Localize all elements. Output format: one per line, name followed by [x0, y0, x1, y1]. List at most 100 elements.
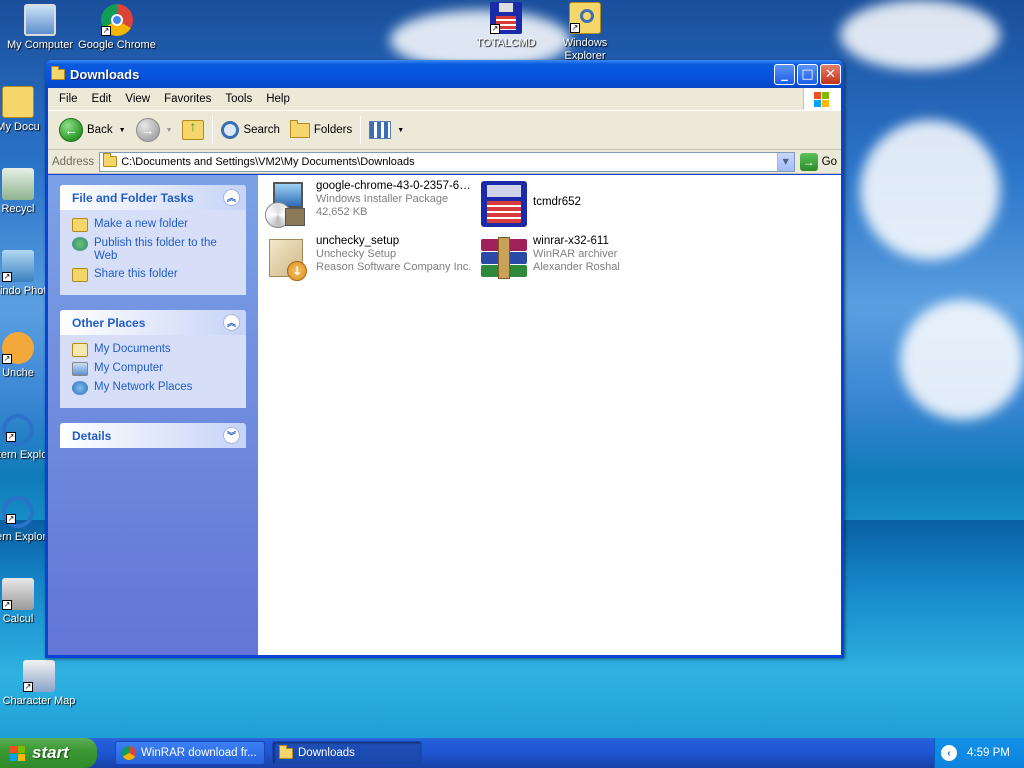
shortcut-arrow-icon: ↗ — [490, 24, 500, 34]
recycle-bin-icon — [2, 168, 34, 200]
menu-favorites[interactable]: Favorites — [157, 93, 218, 105]
file-name: tcmdr652 — [533, 196, 581, 208]
file-name: unchecky_setup — [316, 235, 400, 247]
computer-icon — [24, 4, 56, 36]
publish-web-icon — [72, 237, 88, 251]
folders-icon — [289, 119, 310, 138]
place-my-network-places[interactable]: My Network Places — [72, 381, 236, 395]
windows-logo-icon — [803, 88, 841, 110]
windows-logo-icon — [9, 745, 27, 761]
internet-explorer-icon: ↗ — [2, 496, 34, 528]
place-my-computer[interactable]: My Computer — [72, 362, 236, 376]
address-value: C:\Documents and Settings\VM2\My Documen… — [121, 155, 415, 168]
details-panel: Details ︾ — [60, 423, 246, 448]
maximize-button[interactable]: □ — [797, 64, 818, 85]
up-folder-icon: ↑ — [182, 118, 205, 140]
new-folder-icon — [72, 218, 88, 232]
file-item-tcmdr652[interactable]: tcmdr652 — [480, 180, 695, 228]
shortcut-arrow-icon: ↗ — [101, 26, 111, 36]
shortcut-arrow-icon: ↗ — [2, 600, 12, 610]
file-item-google-chrome[interactable]: google-chrome-43-0-2357-65-... Windows I… — [263, 180, 478, 228]
file-description: WinRAR archiver — [533, 248, 618, 260]
task-make-new-folder[interactable]: Make a new folder — [72, 218, 236, 232]
other-places-panel: Other Places ︽ My Documents My Computer … — [60, 310, 246, 408]
title-bar[interactable]: Downloads _ □ ✕ — [45, 60, 844, 88]
go-arrow-icon: → — [799, 152, 818, 171]
cloud — [840, 0, 1000, 70]
floppy-disk-icon: ↗ — [490, 2, 522, 34]
documents-folder-icon — [2, 86, 34, 118]
menu-tools[interactable]: Tools — [218, 93, 259, 105]
photo-viewer-icon: ↗ — [2, 250, 34, 282]
desktop-icon-character-map[interactable]: ↗ Character Map — [0, 660, 79, 708]
cloud — [860, 120, 1000, 260]
explorer-window: Downloads _ □ ✕ File Edit View Favorites… — [45, 60, 844, 658]
views-button[interactable]: ▼ — [364, 114, 409, 146]
place-my-documents[interactable]: My Documents — [72, 343, 236, 357]
toolbar-separator — [360, 116, 362, 144]
task-share-folder[interactable]: Share this folder — [72, 268, 236, 282]
address-label: Address — [52, 155, 95, 168]
desktop-icon-my-computer[interactable]: My Computer — [0, 4, 80, 52]
forward-button[interactable]: → ▼ — [131, 114, 178, 146]
file-name: google-chrome-43-0-2357-65-... — [316, 180, 476, 192]
file-item-winrar[interactable]: winrar-x32-611 WinRAR archiver Alexander… — [480, 235, 695, 283]
internet-explorer-icon: ↗ — [2, 414, 34, 446]
file-list: google-chrome-43-0-2357-65-... Windows I… — [258, 175, 841, 655]
shortcut-arrow-icon: ↗ — [6, 432, 16, 442]
collapse-chevron-icon[interactable]: ︽ — [223, 189, 240, 206]
menu-help[interactable]: Help — [259, 93, 297, 105]
window-title: Downloads — [70, 66, 140, 82]
forward-dropdown-icon[interactable]: ▼ — [166, 127, 173, 134]
back-arrow-icon: ← — [59, 118, 83, 142]
taskbar-item-chrome[interactable]: WinRAR download fr... — [115, 741, 265, 765]
shortcut-arrow-icon: ↗ — [6, 514, 16, 524]
share-folder-icon — [72, 268, 88, 282]
clock: 4:59 PM — [967, 747, 1010, 759]
close-button[interactable]: ✕ — [820, 64, 841, 85]
menu-edit[interactable]: Edit — [85, 93, 119, 105]
views-icon — [369, 121, 392, 139]
address-dropdown-icon[interactable]: ▼ — [776, 152, 794, 171]
details-header[interactable]: Details ︾ — [60, 423, 246, 448]
unchecky-icon: ↗ — [2, 332, 34, 364]
start-button[interactable]: start — [0, 738, 97, 768]
search-button[interactable]: Search — [216, 114, 284, 146]
folders-label: Folders — [313, 124, 353, 136]
file-folder-tasks-header[interactable]: File and Folder Tasks ︽ — [60, 185, 246, 210]
folders-button[interactable]: Folders — [285, 114, 357, 146]
minimize-button[interactable]: _ — [774, 64, 795, 85]
shortcut-arrow-icon: ↗ — [23, 682, 33, 692]
menu-view[interactable]: View — [118, 93, 157, 105]
menu-file[interactable]: File — [52, 93, 85, 105]
file-folder-tasks-title: File and Folder Tasks — [72, 190, 194, 205]
details-title: Details — [72, 428, 112, 443]
task-publish-to-web[interactable]: Publish this folder to the Web — [72, 237, 236, 263]
file-name: winrar-x32-611 — [533, 235, 609, 247]
taskbar-item-downloads[interactable]: Downloads — [272, 741, 422, 765]
tray-expand-icon[interactable]: ‹ — [941, 745, 957, 761]
file-item-unchecky-setup[interactable]: ↓ unchecky_setup Unchecky Setup Reason S… — [263, 235, 478, 283]
views-dropdown-icon: ▼ — [397, 126, 405, 134]
collapse-chevron-icon[interactable]: ︽ — [223, 314, 240, 331]
expand-chevron-icon[interactable]: ︾ — [223, 427, 240, 444]
my-documents-icon — [72, 343, 88, 357]
back-button[interactable]: ← Back ▼ — [54, 114, 131, 146]
character-map-icon: ↗ — [23, 660, 55, 692]
back-dropdown-icon[interactable]: ▼ — [119, 127, 126, 134]
window-body: File and Folder Tasks ︽ Make a new folde… — [48, 175, 841, 655]
other-places-header[interactable]: Other Places ︽ — [60, 310, 246, 335]
taskbar: start WinRAR download fr... Downloads ‹ … — [0, 738, 1024, 768]
go-button[interactable]: → Go — [799, 152, 837, 171]
search-label: Search — [243, 124, 280, 136]
address-input[interactable]: C:\Documents and Settings\VM2\My Documen… — [99, 151, 795, 172]
up-button[interactable]: ↑ — [177, 114, 209, 146]
task-pane: File and Folder Tasks ︽ Make a new folde… — [48, 175, 258, 655]
start-label: start — [32, 743, 69, 762]
desktop-icon-google-chrome[interactable]: ↗ Google Chrome — [77, 4, 157, 52]
network-places-icon — [72, 381, 88, 395]
desktop-icon-totalcmd[interactable]: ↗ TOTALCMD — [466, 2, 546, 50]
desktop-icon-windows-explorer[interactable]: ↗ Windows Explorer — [545, 2, 625, 63]
my-computer-icon — [72, 362, 88, 376]
explorer-folder-icon: ↗ — [569, 2, 601, 34]
